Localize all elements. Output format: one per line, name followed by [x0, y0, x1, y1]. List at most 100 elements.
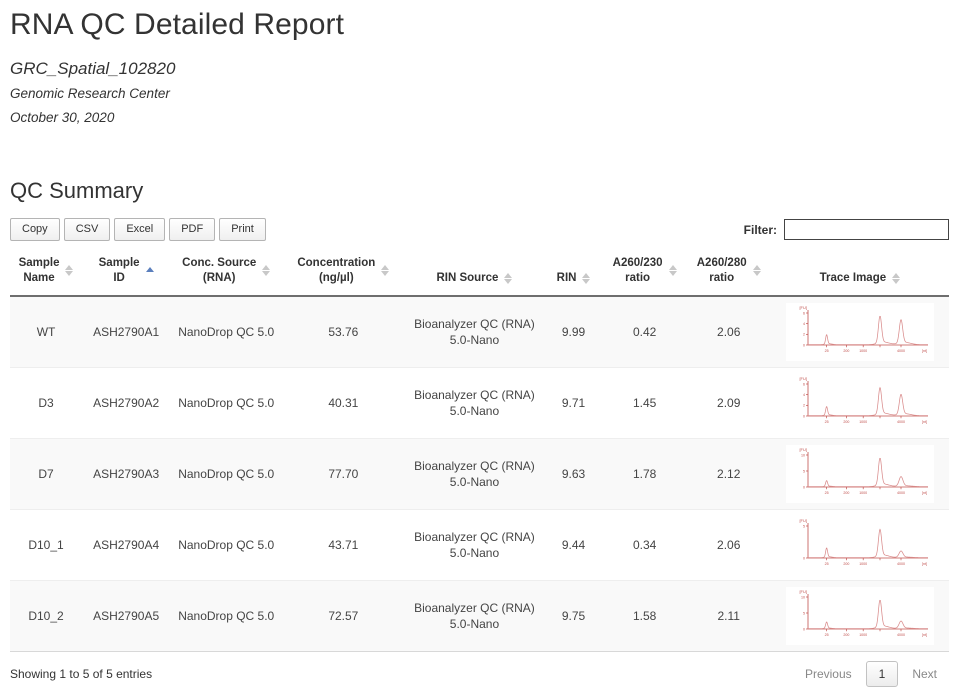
conc-source-cell: NanoDrop QC 5.0 [170, 580, 283, 652]
column-header-line2: Name [23, 271, 55, 284]
trace-curve [807, 386, 928, 416]
concentration-cell: 72.57 [282, 580, 405, 652]
sort-both-icon[interactable] [504, 272, 513, 285]
copy-button[interactable]: Copy [10, 218, 60, 242]
svg-text:25: 25 [824, 420, 828, 424]
next-page-button[interactable]: Next [900, 661, 949, 687]
concentration-cell: 77.70 [282, 438, 405, 510]
a260-280-ratio-cell: 2.11 [686, 580, 771, 652]
concentration-cell: 40.31 [282, 367, 405, 439]
rin-cell: 9.99 [544, 295, 603, 368]
column-header-line1: Sample [18, 256, 60, 269]
print-button[interactable]: Print [219, 218, 266, 242]
rin-source-line2: 5.0-Nano [449, 616, 500, 631]
sample-name-cell: D10_1 [10, 509, 83, 581]
rin-cell: 9.44 [544, 509, 603, 581]
table-row[interactable]: D10_2 ASH2790A5 NanoDrop QC 5.0 72.57 Bioana… [10, 580, 949, 652]
page-1-button[interactable]: 1 [865, 660, 899, 687]
column-header-trace-image[interactable]: Trace Image [770, 251, 949, 297]
search-input[interactable] [784, 219, 949, 241]
column-header-conc-source-rna[interactable]: Conc. Source (RNA) [170, 251, 283, 297]
rin-source-cell: Bioanalyzer QC (RNA) 5.0-Nano [404, 295, 545, 368]
trace-image-cell[interactable]: [FU] 5 0 25 200 1000 4000 [nt] [770, 509, 949, 581]
concentration-cell: 53.76 [282, 295, 405, 368]
trace-curve [807, 528, 928, 558]
electropherogram-trace: [FU]10 5 0 25 200 1000 4000 [nt] [785, 586, 934, 645]
column-header-a260-280-ratio[interactable]: A260/280 ratio [686, 251, 771, 297]
column-header-line1: A260/280 [696, 256, 747, 269]
column-header-line1: A260/230 [612, 256, 663, 269]
csv-button[interactable]: CSV [63, 218, 111, 242]
export-button-group: Copy CSV Excel PDF Print [10, 218, 266, 242]
column-header-line2: ratio [625, 271, 651, 284]
previous-page-button[interactable]: Previous [793, 661, 864, 687]
column-header-line1: Conc. Source [182, 256, 257, 269]
svg-text:[nt]: [nt] [922, 633, 927, 637]
sample-id-cell: ASH2790A3 [82, 438, 171, 510]
electropherogram-trace: [FU]6 4 2 0 25 200 1000 4000 [nt] [785, 373, 934, 432]
rin-source-line2: 5.0-Nano [449, 545, 500, 560]
a260-230-ratio-cell: 1.78 [602, 438, 687, 510]
sample-name-cell: D3 [10, 367, 83, 439]
sort-both-icon[interactable] [65, 264, 74, 277]
rin-source-line2: 5.0-Nano [449, 332, 500, 347]
svg-text:25: 25 [824, 491, 828, 495]
column-header-sample-id[interactable]: Sample ID [82, 251, 171, 297]
entries-info: Showing 1 to 5 of 5 entries [10, 666, 153, 681]
column-header-sample-name[interactable]: Sample Name [10, 251, 83, 297]
page-title: RNA QC Detailed Report [10, 8, 345, 41]
rin-source-cell: Bioanalyzer QC (RNA) 5.0-Nano [404, 438, 545, 510]
column-header-concentration-ng-l[interactable]: Concentration (ng/µl) [282, 251, 405, 297]
svg-text:[FU]: [FU] [799, 305, 807, 310]
svg-text:[nt]: [nt] [922, 349, 927, 353]
sort-both-icon[interactable] [752, 264, 761, 277]
svg-text:25: 25 [824, 562, 828, 566]
svg-text:200: 200 [843, 562, 849, 566]
svg-text:[FU]: [FU] [799, 518, 807, 523]
table-row[interactable]: WT ASH2790A1 NanoDrop QC 5.0 53.76 Bioanalyz… [10, 295, 949, 368]
column-header-line2: (ng/µl) [318, 271, 354, 284]
column-header-label: Conc. Source (RNA) [182, 256, 256, 286]
trace-image-cell[interactable]: [FU] 10 5 0 25 200 1000 4000 [nt] [770, 580, 949, 652]
table-row[interactable]: D3 ASH2790A2 NanoDrop QC 5.0 40.31 Bioanalyz… [10, 367, 949, 439]
sort-both-icon[interactable] [262, 264, 271, 277]
table-footer: Showing 1 to 5 of 5 entries Previous 1 N… [10, 660, 949, 687]
column-header-rin-source[interactable]: RIN Source [404, 251, 545, 297]
svg-text:0: 0 [803, 627, 805, 631]
trace-image-cell[interactable]: [FU] 6 4 2 0 25 200 1000 4000 [nt] [770, 295, 949, 368]
trace-curve [807, 315, 928, 345]
pdf-button[interactable]: PDF [169, 218, 216, 242]
electropherogram-trace: [FU]6 4 2 0 25 200 1000 4000 [nt] [785, 302, 934, 361]
sample-id-cell: ASH2790A1 [82, 295, 171, 368]
rin-source-cell: Bioanalyzer QC (RNA) 5.0-Nano [404, 580, 545, 652]
column-header-label: Concentration (ng/µl) [297, 256, 375, 286]
excel-button[interactable]: Excel [114, 218, 166, 242]
a260-230-ratio-cell: 0.42 [602, 295, 687, 368]
report-date: October 30, 2020 [10, 109, 115, 125]
svg-text:4000: 4000 [897, 562, 905, 566]
table-body: WT ASH2790A1 NanoDrop QC 5.0 53.76 Bioanalyz… [10, 295, 949, 652]
svg-text:6: 6 [803, 382, 805, 386]
concentration-cell: 43.71 [282, 509, 405, 581]
sort-both-icon[interactable] [582, 272, 591, 285]
sort-ascending-icon[interactable] [145, 264, 154, 277]
trace-image-cell[interactable]: [FU] 10 5 0 25 200 1000 4000 [nt] [770, 438, 949, 510]
svg-text:1000: 1000 [859, 491, 867, 495]
svg-text:4000: 4000 [897, 491, 905, 495]
sort-both-icon[interactable] [381, 264, 390, 277]
column-header-label: Sample ID [99, 256, 140, 286]
trace-image-cell[interactable]: [FU] 6 4 2 0 25 200 1000 4000 [nt] [770, 367, 949, 439]
table-row[interactable]: D7 ASH2790A3 NanoDrop QC 5.0 77.70 Bioanalyz… [10, 438, 949, 510]
sort-both-icon[interactable] [668, 264, 677, 277]
conc-source-cell: NanoDrop QC 5.0 [170, 438, 283, 510]
column-header-a260-230-ratio[interactable]: A260/230 ratio [602, 251, 687, 297]
table-row[interactable]: D10_1 ASH2790A4 NanoDrop QC 5.0 43.71 Bioana… [10, 509, 949, 581]
svg-text:1000: 1000 [859, 349, 867, 353]
svg-text:1000: 1000 [859, 420, 867, 424]
svg-text:0: 0 [803, 343, 805, 347]
conc-source-cell: NanoDrop QC 5.0 [170, 367, 283, 439]
sample-id-cell: ASH2790A2 [82, 367, 171, 439]
svg-text:0: 0 [803, 556, 805, 560]
sort-both-icon[interactable] [892, 272, 901, 285]
column-header-rin[interactable]: RIN [544, 251, 603, 297]
